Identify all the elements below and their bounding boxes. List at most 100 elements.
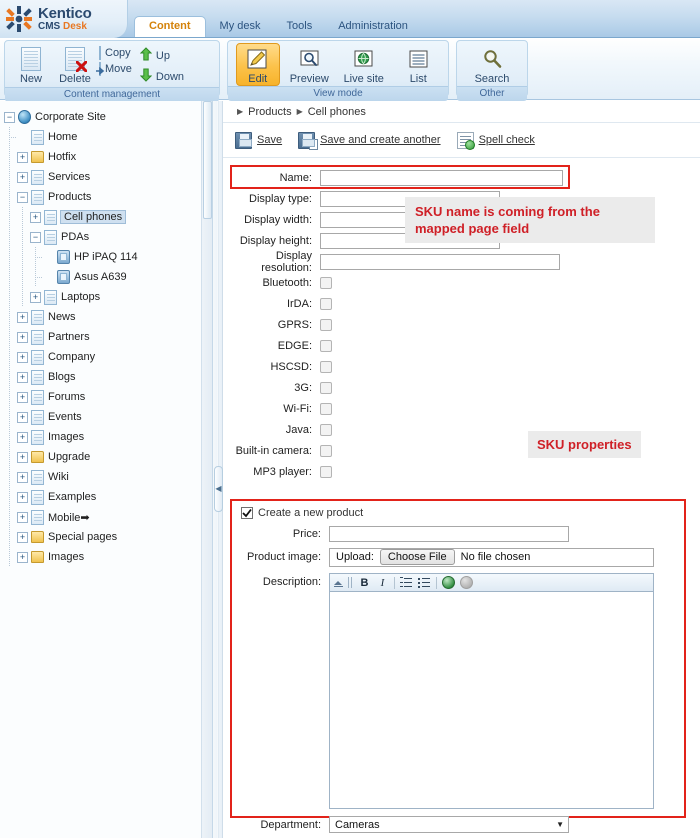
unordered-list-icon[interactable] bbox=[418, 577, 431, 588]
tree-node-label[interactable]: Examples bbox=[48, 491, 96, 503]
tree-expand-icon[interactable]: + bbox=[17, 171, 28, 183]
tree-expand-icon[interactable]: + bbox=[17, 371, 28, 383]
tree-node[interactable]: + Images bbox=[4, 547, 212, 567]
tree-node-label[interactable]: Images bbox=[48, 551, 84, 563]
tree-expand-icon[interactable]: + bbox=[17, 531, 28, 543]
tree-node-label[interactable]: Mobile➡ bbox=[48, 511, 90, 524]
form-checkbox[interactable] bbox=[320, 276, 332, 289]
breadcrumb-item-cell-phones[interactable]: Cell phones bbox=[308, 106, 366, 118]
tree-node-label[interactable]: News bbox=[48, 311, 76, 323]
tree-node[interactable]: + Forums bbox=[4, 387, 212, 407]
price-input[interactable] bbox=[329, 525, 569, 542]
product-image-file-input[interactable]: Upload: Choose File No file chosen bbox=[329, 547, 654, 567]
form-checkbox[interactable] bbox=[320, 360, 332, 373]
tree-node[interactable]: + News bbox=[4, 307, 212, 327]
create-new-product-checkbox[interactable] bbox=[241, 507, 253, 519]
description-editor[interactable]: B I 1 2 3 bbox=[329, 573, 654, 809]
list-view-button[interactable]: List bbox=[396, 43, 440, 86]
tree-node[interactable]: Asus A639 bbox=[4, 267, 212, 287]
tree-node-label[interactable]: Images bbox=[48, 431, 84, 443]
form-text-input[interactable] bbox=[320, 253, 560, 270]
editor-collapse-icon[interactable] bbox=[334, 578, 343, 587]
delete-button[interactable]: Delete bbox=[53, 43, 97, 86]
italic-icon[interactable]: I bbox=[376, 577, 389, 589]
new-button[interactable]: New bbox=[9, 43, 53, 86]
tree-expand-icon[interactable]: + bbox=[17, 431, 28, 443]
tree-node[interactable]: Home bbox=[4, 127, 212, 147]
tree-node-label[interactable]: PDAs bbox=[61, 231, 89, 243]
toolbar-grip-icon[interactable] bbox=[348, 577, 353, 588]
tree-node[interactable]: + Mobile➡ bbox=[4, 507, 212, 527]
tree-node-label[interactable]: Hotfix bbox=[48, 151, 76, 163]
tree-collapse-icon[interactable]: − bbox=[4, 111, 15, 123]
tree-expand-icon[interactable]: + bbox=[17, 331, 28, 343]
tree-node-label[interactable]: Home bbox=[48, 131, 77, 143]
tree-node[interactable]: + Special pages bbox=[4, 527, 212, 547]
search-button[interactable]: Search bbox=[463, 43, 521, 86]
tree-node-label[interactable]: Laptops bbox=[61, 291, 100, 303]
tree-node-label[interactable]: Company bbox=[48, 351, 95, 363]
tree-expand-icon[interactable]: + bbox=[17, 491, 28, 503]
tab-my-desk[interactable]: My desk bbox=[208, 16, 273, 37]
tree-node[interactable]: + Blogs bbox=[4, 367, 212, 387]
tree-expand-icon[interactable]: + bbox=[17, 391, 28, 403]
tree-node[interactable]: + Laptops bbox=[4, 287, 212, 307]
tree-collapse-icon[interactable]: − bbox=[30, 231, 41, 243]
tree-expand-icon[interactable]: + bbox=[17, 471, 28, 483]
tree-expand-icon[interactable]: + bbox=[17, 151, 28, 163]
form-text-input[interactable] bbox=[320, 169, 563, 186]
tree-expand-icon[interactable]: + bbox=[30, 291, 41, 303]
tree-node-label[interactable]: Special pages bbox=[48, 531, 117, 543]
tree-node[interactable]: + Examples bbox=[4, 487, 212, 507]
tree-node-label[interactable]: Asus A639 bbox=[74, 271, 127, 283]
tree-node-label[interactable]: Services bbox=[48, 171, 90, 183]
tree-scrollbar[interactable] bbox=[201, 101, 212, 838]
tab-administration[interactable]: Administration bbox=[326, 16, 420, 37]
form-checkbox[interactable] bbox=[320, 465, 332, 478]
move-button[interactable]: Move bbox=[96, 61, 138, 77]
tree-node[interactable]: + Wiki bbox=[4, 467, 212, 487]
insert-link-icon[interactable] bbox=[442, 576, 455, 589]
department-select[interactable]: Cameras ▼ bbox=[329, 816, 569, 833]
tree-node[interactable]: + Cell phones bbox=[4, 207, 212, 227]
tree-node[interactable]: + Images bbox=[4, 427, 212, 447]
tree-collapse-icon[interactable]: − bbox=[17, 191, 28, 203]
tree-expand-icon[interactable]: + bbox=[17, 351, 28, 363]
tree-node[interactable]: − PDAs bbox=[4, 227, 212, 247]
form-checkbox[interactable] bbox=[320, 402, 332, 415]
tree-expand-icon[interactable]: + bbox=[17, 311, 28, 323]
tree-node[interactable]: − Corporate Site bbox=[4, 107, 212, 127]
tree-expand-icon[interactable]: + bbox=[17, 551, 28, 563]
tree-node[interactable]: + Services bbox=[4, 167, 212, 187]
save-action[interactable]: Save bbox=[235, 131, 282, 149]
tree-node-label[interactable]: Corporate Site bbox=[35, 111, 106, 123]
spell-check-action[interactable]: Spell check bbox=[456, 131, 535, 150]
tree-node-label[interactable]: Blogs bbox=[48, 371, 76, 383]
tree-expand-icon[interactable]: + bbox=[30, 211, 41, 223]
form-checkbox[interactable] bbox=[320, 444, 332, 457]
tree-node-label[interactable]: Wiki bbox=[48, 471, 69, 483]
form-checkbox[interactable] bbox=[320, 423, 332, 436]
tree-expand-icon[interactable]: + bbox=[17, 411, 28, 423]
edit-view-button[interactable]: Edit bbox=[235, 43, 280, 86]
move-down-button[interactable]: Down bbox=[138, 66, 190, 87]
form-checkbox[interactable] bbox=[320, 339, 332, 352]
tree-node[interactable]: + Upgrade bbox=[4, 447, 212, 467]
tab-content[interactable]: Content bbox=[134, 16, 206, 37]
bold-icon[interactable]: B bbox=[358, 577, 371, 589]
splitter-collapse-handle[interactable]: ◀ bbox=[214, 466, 223, 512]
move-up-button[interactable]: Up bbox=[138, 45, 190, 66]
preview-view-button[interactable]: Preview bbox=[287, 43, 331, 86]
tree-node[interactable]: − Products bbox=[4, 187, 212, 207]
choose-file-button[interactable]: Choose File bbox=[379, 549, 455, 565]
panel-splitter[interactable]: ◀ bbox=[213, 101, 223, 838]
tree-node-label[interactable]: Cell phones bbox=[60, 210, 127, 224]
tree-node[interactable]: + Company bbox=[4, 347, 212, 367]
tree-expand-icon[interactable]: + bbox=[17, 451, 28, 463]
create-new-product-row[interactable]: Create a new product bbox=[232, 501, 684, 519]
description-textarea[interactable] bbox=[329, 591, 654, 809]
live-site-button[interactable]: Live site bbox=[339, 43, 389, 86]
ordered-list-icon[interactable]: 1 2 3 bbox=[400, 577, 413, 588]
tree-node[interactable]: HP iPAQ 114 bbox=[4, 247, 212, 267]
form-checkbox[interactable] bbox=[320, 297, 332, 310]
